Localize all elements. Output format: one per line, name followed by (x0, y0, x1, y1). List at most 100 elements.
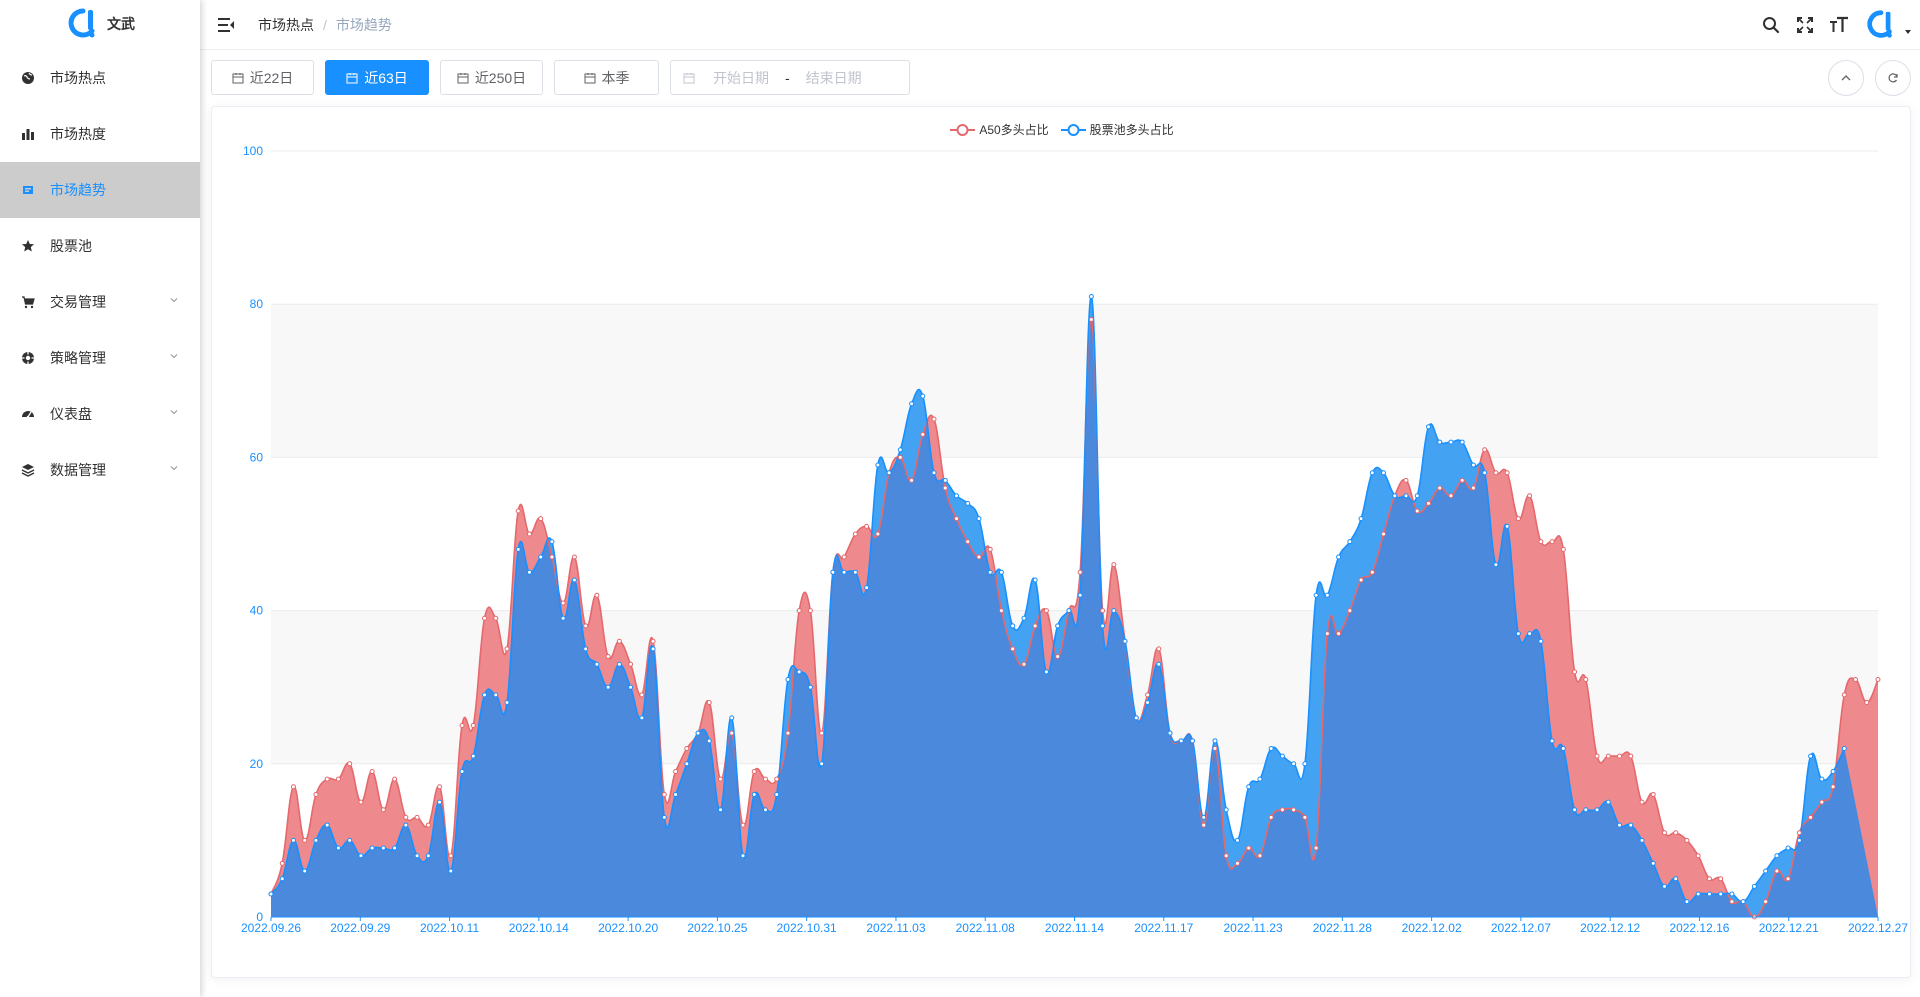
chevron-down-icon (170, 410, 178, 415)
series-stock-pool-point (482, 692, 488, 698)
chevron-up-icon (1841, 75, 1851, 81)
series-stock-pool-point (437, 799, 443, 805)
avatar-dropdown[interactable] (1864, 8, 1912, 42)
series-a50-point (571, 554, 577, 560)
series-stock-pool-point (1437, 439, 1443, 445)
start-date-input[interactable]: 开始日期 (713, 68, 769, 88)
collapse-button[interactable] (1828, 60, 1864, 96)
series-a50-point (1538, 539, 1544, 545)
series-stock-pool-point (403, 822, 409, 828)
series-stock-pool-point (1459, 439, 1465, 445)
series-a50-point (785, 730, 791, 736)
series-stock-pool-point (998, 569, 1004, 575)
series-a50-point (706, 700, 712, 706)
series-stock-pool-point (1257, 776, 1263, 782)
series-a50-point (1212, 745, 1218, 751)
series-a50-point (931, 416, 937, 422)
series-a50-point (639, 692, 645, 698)
series-stock-pool-point (661, 814, 667, 820)
font-size-icon[interactable] (1822, 8, 1856, 42)
date-range-picker[interactable]: 开始日期 - 结束日期 (670, 60, 910, 95)
series-stock-pool-point (1796, 837, 1802, 843)
x-tick-label: 2022.11.03 (866, 921, 925, 935)
series-stock-pool-point (1560, 745, 1566, 751)
series-a50-point (437, 784, 443, 790)
series-stock-pool-point (684, 761, 690, 767)
series-stock-pool-point (1032, 577, 1038, 583)
avatar (1867, 10, 1892, 38)
sidebar: 文武 市场热点 市场热度 市场趋势 股票池 交易管理 策略管理 仪表盘 数据管理 (0, 0, 200, 997)
fullscreen-icon[interactable] (1788, 8, 1822, 42)
series-a50-point (1774, 868, 1780, 874)
breadcrumb-item[interactable]: 市场热点 (258, 15, 314, 35)
series-stock-pool-point (1718, 891, 1724, 897)
search-icon[interactable] (1754, 8, 1788, 42)
database-icon (20, 462, 36, 478)
series-a50-point (1358, 577, 1364, 583)
cart-icon (20, 294, 36, 310)
series-a50-point (1819, 799, 1825, 805)
sidebar-item-market-hotspot[interactable]: 市场热点 (0, 50, 200, 106)
button-label: 本季 (601, 69, 630, 86)
app-root: 文武 市场热点 市场热度 市场趋势 股票池 交易管理 策略管理 仪表盘 数据管理… (0, 0, 1920, 997)
breadcrumb-item-current: 市场趋势 (335, 16, 392, 33)
series-a50-point (414, 814, 420, 820)
series-stock-pool-point (1470, 462, 1476, 468)
series-stock-pool-point (886, 470, 892, 476)
sidebar-item-data-management[interactable]: 数据管理 (0, 442, 200, 498)
end-date-input[interactable]: 结束日期 (806, 68, 862, 88)
sidebar-item-market-heat[interactable]: 市场热度 (0, 106, 200, 162)
series-stock-pool-point (1695, 891, 1701, 897)
series-a50-point (1437, 485, 1443, 491)
series-stock-pool-point (1010, 623, 1016, 629)
calendar-icon (584, 72, 595, 83)
series-stock-pool-point (1189, 738, 1195, 744)
series-stock-pool-point (852, 569, 858, 575)
series-a50-point (392, 776, 398, 782)
refresh-button[interactable] (1875, 60, 1911, 96)
sidebar-item-stock-pool[interactable]: 股票池 (0, 218, 200, 274)
series-stock-pool-point (1234, 837, 1240, 843)
sidebar-item-market-trend[interactable]: 市场趋势 (0, 162, 200, 218)
series-a50-point (1313, 845, 1319, 851)
series-a50-point (864, 523, 870, 529)
series-a50-point (594, 592, 600, 598)
series-a50-point (279, 860, 285, 866)
series-stock-pool-point (1482, 470, 1488, 476)
series-a50-point (1830, 784, 1836, 790)
series-stock-pool-point (1605, 799, 1611, 805)
series-stock-pool-point (1841, 745, 1847, 751)
sidebar-item-dashboard[interactable]: 仪表盘 (0, 386, 200, 442)
logo[interactable]: 文武 (0, 0, 200, 48)
series-stock-pool-point (1673, 876, 1679, 882)
x-tick-label: 2022.10.11 (420, 921, 479, 935)
series-stock-pool-point (931, 470, 937, 476)
sidebar-item-trade-management[interactable]: 交易管理 (0, 274, 200, 330)
calendar-icon (683, 72, 695, 83)
range-22d-button[interactable]: 近22日 (211, 60, 314, 95)
series-a50-point (1785, 876, 1791, 882)
series-stock-pool-point (448, 868, 454, 874)
series-stock-pool-point (1201, 814, 1207, 820)
series-a50-point (1628, 753, 1634, 759)
series-a50-point (1673, 830, 1679, 836)
compass-icon (20, 350, 36, 366)
series-stock-pool-point (1055, 623, 1061, 629)
x-tick-label: 2022.10.20 (598, 921, 658, 935)
series-a50-point (1718, 876, 1724, 882)
sidebar-item-strategy-management[interactable]: 策略管理 (0, 330, 200, 386)
range-250d-button[interactable]: 近250日 (440, 60, 543, 95)
series-a50-point (583, 623, 589, 629)
button-label: 近63日 (364, 69, 408, 86)
range-quarter-button[interactable]: 本季 (554, 60, 659, 95)
series-stock-pool-point (369, 845, 375, 851)
series-a50-point (1527, 493, 1533, 499)
series-a50-point (1493, 470, 1499, 476)
series-a50-point (302, 837, 308, 843)
series-stock-pool-point (1425, 424, 1431, 430)
range-63d-button[interactable]: 近63日 (325, 60, 429, 95)
series-stock-pool-point (1358, 516, 1364, 522)
hamburger-icon[interactable] (216, 15, 236, 35)
series-a50-point (1055, 654, 1061, 660)
series-a50-point (1043, 608, 1049, 614)
